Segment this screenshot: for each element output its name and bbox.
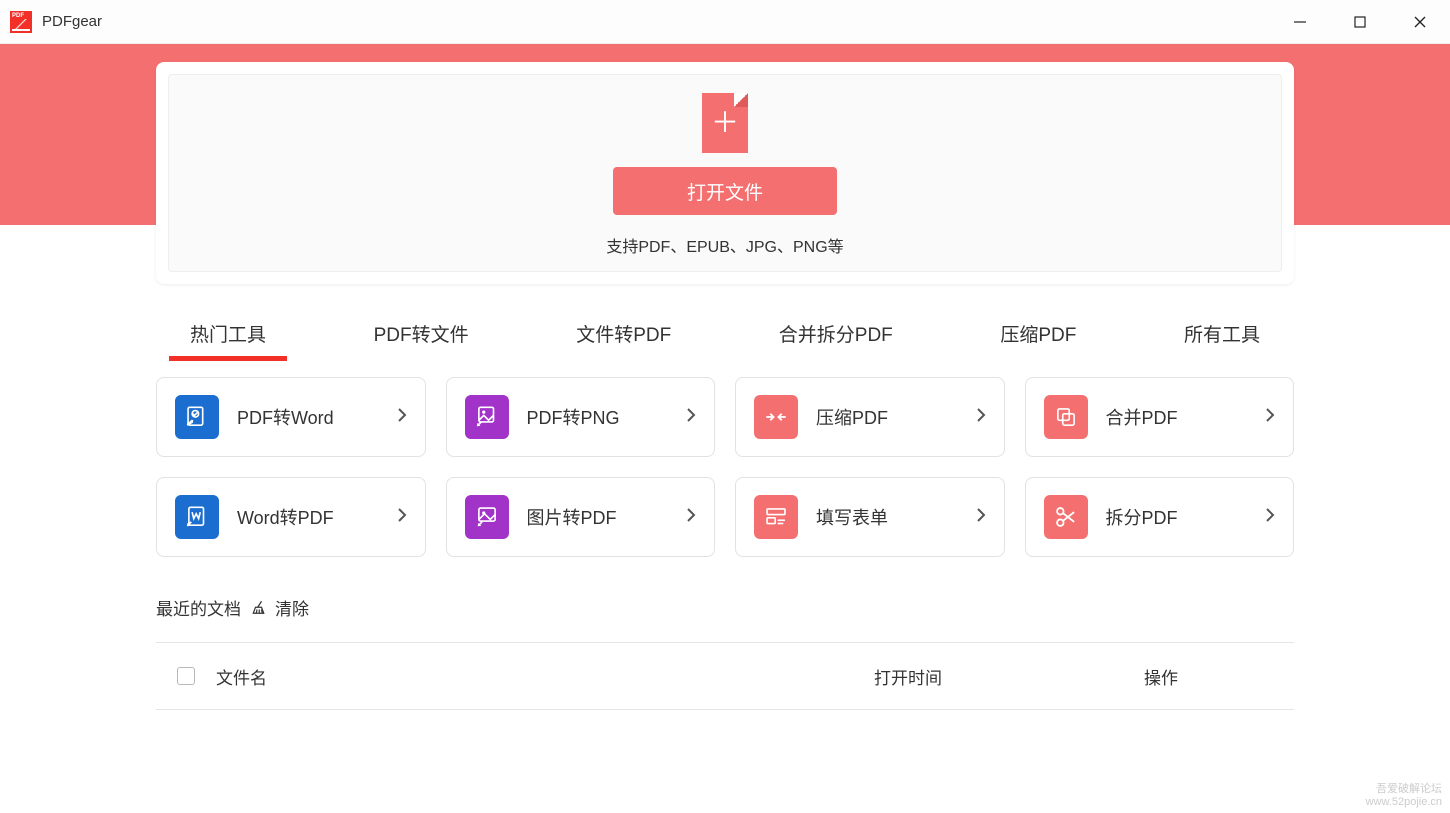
- file-plus-icon: ＋: [702, 93, 748, 153]
- tool-compress-pdf[interactable]: 压缩PDF: [735, 377, 1005, 457]
- watermark: 吾爱破解论坛 www.52pojie.cn: [1366, 783, 1442, 809]
- column-action: 操作: [1144, 664, 1294, 689]
- titlebar-left: PDFgear: [10, 11, 102, 33]
- tool-label: Word转PDF: [237, 504, 397, 530]
- table-header-row: 文件名 打开时间 操作: [156, 643, 1294, 709]
- recent-title: 最近的文档: [156, 595, 241, 620]
- chevron-right-icon: [686, 507, 696, 528]
- dropzone[interactable]: ＋ 打开文件 支持PDF、EPUB、JPG、PNG等: [168, 74, 1282, 272]
- tab-all-tools[interactable]: 所有工具: [1180, 312, 1264, 361]
- close-button[interactable]: [1390, 0, 1450, 43]
- tool-label: 图片转PDF: [527, 504, 687, 530]
- recent-header: 最近的文档 清除: [156, 595, 1294, 620]
- split-icon: [1044, 495, 1088, 539]
- minimize-button[interactable]: [1270, 0, 1330, 43]
- window-controls: [1270, 0, 1450, 43]
- tool-label: 拆分PDF: [1106, 504, 1266, 530]
- select-all-checkbox[interactable]: [177, 667, 195, 685]
- tool-label: 压缩PDF: [816, 404, 976, 430]
- tool-split-pdf[interactable]: 拆分PDF: [1025, 477, 1295, 557]
- form-icon: [754, 495, 798, 539]
- app-title: PDFgear: [42, 13, 102, 30]
- maximize-button[interactable]: [1330, 0, 1390, 43]
- tool-label: 合并PDF: [1106, 404, 1266, 430]
- chevron-right-icon: [397, 407, 407, 428]
- maximize-icon: [1353, 15, 1367, 29]
- tool-label: PDF转PNG: [527, 404, 687, 430]
- select-all-cell: [156, 667, 216, 685]
- close-icon: [1413, 15, 1427, 29]
- app-logo-icon: [10, 11, 32, 33]
- tool-pdf-to-word[interactable]: PDF转Word: [156, 377, 426, 457]
- tool-label: PDF转Word: [237, 404, 397, 430]
- tab-popular-tools[interactable]: 热门工具: [186, 312, 270, 361]
- category-tabs: 热门工具 PDF转文件 文件转PDF 合并拆分PDF 压缩PDF 所有工具: [156, 312, 1294, 361]
- pdf-to-png-icon: [465, 395, 509, 439]
- chevron-right-icon: [1265, 407, 1275, 428]
- recent-documents: 最近的文档 清除 文件名 打开时间 操作: [156, 595, 1294, 710]
- open-file-card: ＋ 打开文件 支持PDF、EPUB、JPG、PNG等: [156, 62, 1294, 284]
- broom-icon: [251, 599, 269, 617]
- minimize-icon: [1293, 15, 1307, 29]
- tab-file-to-pdf[interactable]: 文件转PDF: [572, 312, 675, 361]
- tool-word-to-pdf[interactable]: Word转PDF: [156, 477, 426, 557]
- tool-label: 填写表单: [816, 504, 976, 530]
- chevron-right-icon: [1265, 507, 1275, 528]
- image-to-pdf-icon: [465, 495, 509, 539]
- tool-image-to-pdf[interactable]: 图片转PDF: [446, 477, 716, 557]
- word-to-pdf-icon: [175, 495, 219, 539]
- compress-icon: [754, 395, 798, 439]
- tool-merge-pdf[interactable]: 合并PDF: [1025, 377, 1295, 457]
- recent-table: 文件名 打开时间 操作: [156, 642, 1294, 710]
- chevron-right-icon: [976, 507, 986, 528]
- titlebar: PDFgear: [0, 0, 1450, 44]
- tool-pdf-to-png[interactable]: PDF转PNG: [446, 377, 716, 457]
- supported-formats-text: 支持PDF、EPUB、JPG、PNG等: [606, 233, 843, 257]
- tool-fill-form[interactable]: 填写表单: [735, 477, 1005, 557]
- tool-grid: PDF转Word PDF转PNG 压缩PDF 合并PDF Word转PDF: [156, 377, 1294, 557]
- clear-label: 清除: [275, 595, 309, 620]
- pdf-to-word-icon: [175, 395, 219, 439]
- chevron-right-icon: [976, 407, 986, 428]
- tab-merge-split[interactable]: 合并拆分PDF: [775, 312, 897, 361]
- tab-compress-pdf[interactable]: 压缩PDF: [996, 312, 1080, 361]
- tab-pdf-to-file[interactable]: PDF转文件: [370, 312, 473, 361]
- chevron-right-icon: [686, 407, 696, 428]
- open-file-button[interactable]: 打开文件: [613, 167, 837, 215]
- clear-recent-button[interactable]: 清除: [251, 595, 309, 620]
- chevron-right-icon: [397, 507, 407, 528]
- column-filename: 文件名: [216, 664, 874, 689]
- merge-icon: [1044, 395, 1088, 439]
- column-open-time: 打开时间: [874, 664, 1144, 689]
